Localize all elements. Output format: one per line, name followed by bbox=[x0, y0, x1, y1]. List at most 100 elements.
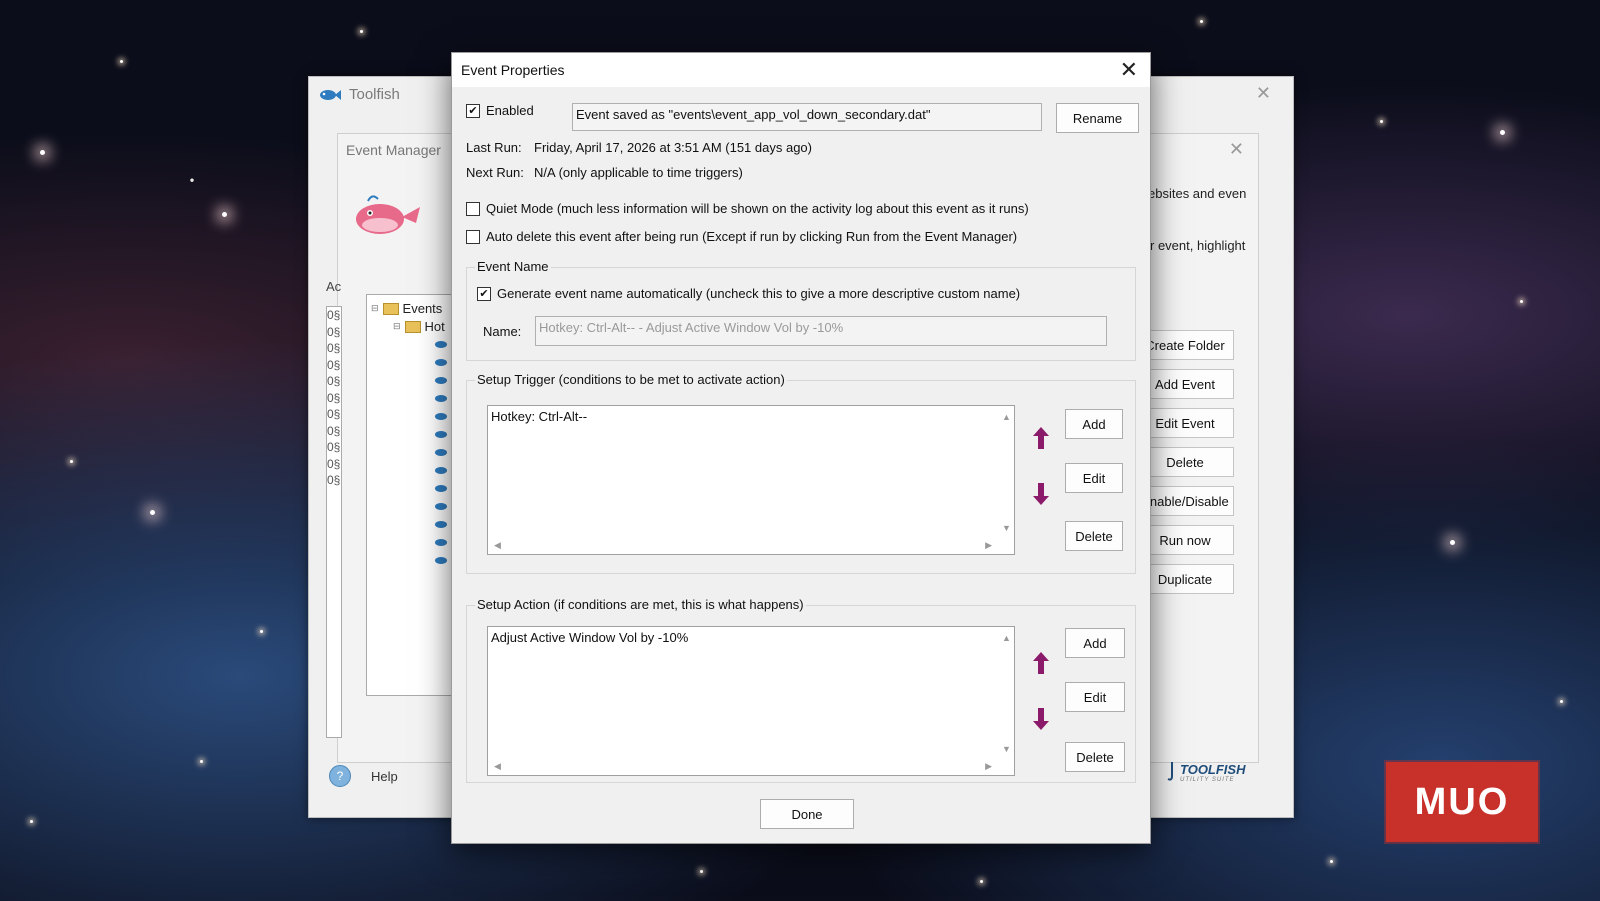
quiet-mode-checkbox[interactable] bbox=[466, 202, 480, 216]
scroll-left-icon[interactable]: ◀ bbox=[494, 761, 501, 772]
list-item: 0§ bbox=[327, 374, 341, 388]
dialog-titlebar: Event Properties ✕ bbox=[452, 53, 1150, 87]
action-horizontal-scrollbar[interactable]: ◀ ▶ bbox=[488, 758, 1014, 775]
trigger-delete-button[interactable]: Delete bbox=[1065, 521, 1123, 551]
fish-icon[interactable] bbox=[435, 485, 447, 492]
move-up-arrow-icon[interactable] bbox=[1033, 427, 1049, 449]
action-add-button[interactable]: Add bbox=[1065, 628, 1125, 658]
fish-icon[interactable] bbox=[435, 467, 447, 474]
rename-button[interactable]: Rename bbox=[1056, 103, 1139, 133]
scroll-right-icon[interactable]: ▶ bbox=[985, 761, 992, 772]
list-item: 0§ bbox=[327, 308, 341, 322]
scroll-up-icon[interactable]: ▲ bbox=[1002, 412, 1011, 422]
logo-subtext: UTILITY SUITE bbox=[1180, 776, 1235, 783]
toolfish-hook-icon bbox=[1167, 762, 1173, 781]
setup-action-group-title: Setup Action (if conditions are met, thi… bbox=[475, 597, 806, 612]
folder-icon bbox=[382, 302, 399, 315]
list-item: 0§ bbox=[327, 357, 341, 372]
list-item: 0§ bbox=[327, 473, 341, 487]
toolfish-close-icon[interactable]: ✕ bbox=[1256, 83, 1271, 104]
fish-icon[interactable] bbox=[435, 413, 447, 420]
list-item: 0§ bbox=[327, 423, 341, 438]
trigger-listbox[interactable]: Hotkey: Ctrl-Alt-- ▲ ▼ ◀ ▶ bbox=[487, 405, 1015, 555]
fish-icon[interactable] bbox=[435, 503, 447, 510]
list-item: 0§ bbox=[327, 407, 341, 421]
fish-icon[interactable] bbox=[435, 449, 447, 456]
scroll-down-icon[interactable]: ▼ bbox=[1002, 744, 1011, 754]
description-text-1: ebsites and even bbox=[1148, 186, 1247, 201]
event-manager-close-icon[interactable]: ✕ bbox=[1229, 139, 1244, 160]
toolfish-logo: TOOLFISH UTILITY SUITE bbox=[1167, 761, 1245, 783]
list-item: 0§ bbox=[327, 456, 341, 471]
enabled-checkbox[interactable]: ✔ bbox=[466, 104, 480, 118]
list-item: 0§ bbox=[327, 324, 341, 339]
last-run-value: Friday, April 17, 2026 at 3:51 AM (151 d… bbox=[534, 140, 812, 155]
list-item: 0§ bbox=[327, 341, 341, 355]
description-text-2: r event, highlight bbox=[1150, 238, 1246, 253]
fish-icon[interactable] bbox=[435, 539, 447, 546]
trigger-add-button[interactable]: Add bbox=[1065, 409, 1123, 439]
next-run-value: N/A (only applicable to time triggers) bbox=[534, 165, 743, 180]
close-icon[interactable]: ✕ bbox=[1120, 57, 1138, 83]
fish-icon[interactable] bbox=[435, 521, 447, 528]
folder-icon bbox=[404, 320, 421, 333]
auto-delete-checkbox[interactable] bbox=[466, 230, 480, 244]
name-input[interactable]: Hotkey: Ctrl-Alt-- - Adjust Active Windo… bbox=[535, 316, 1107, 346]
logo-text: TOOLFISH bbox=[1180, 761, 1246, 777]
quiet-mode-label: Quiet Mode (much less information will b… bbox=[486, 201, 1029, 216]
action-vertical-scrollbar[interactable]: ▲ ▼ bbox=[997, 627, 1014, 758]
generate-name-checkbox[interactable]: ✔ bbox=[477, 287, 491, 301]
event-list[interactable]: 0§ 0§ 0§ 0§ 0§ 0§ 0§ 0§ 0§ 0§ 0§ bbox=[326, 306, 342, 738]
setup-action-group: Setup Action (if conditions are met, thi… bbox=[466, 597, 1136, 783]
scroll-right-icon[interactable]: ▶ bbox=[985, 540, 992, 551]
muo-watermark: MUO bbox=[1386, 762, 1538, 842]
toolfish-title-text: Toolfish bbox=[349, 86, 400, 103]
list-item: 0§ bbox=[327, 390, 341, 405]
action-listbox[interactable]: Adjust Active Window Vol by -10% ▲ ▼ ◀ ▶ bbox=[487, 626, 1015, 776]
move-down-arrow-icon[interactable] bbox=[1033, 708, 1049, 730]
saved-as-field: Event saved as "events\event_app_vol_dow… bbox=[572, 103, 1042, 131]
setup-trigger-group-title: Setup Trigger (conditions to be met to a… bbox=[475, 372, 787, 387]
move-up-arrow-icon[interactable] bbox=[1033, 652, 1049, 674]
toolfish-fish-icon bbox=[320, 89, 341, 100]
fish-icon[interactable] bbox=[435, 431, 447, 438]
auto-delete-label: Auto delete this event after being run (… bbox=[486, 229, 1018, 244]
scroll-left-icon[interactable]: ◀ bbox=[494, 540, 501, 551]
last-run-label: Last Run: bbox=[466, 140, 522, 155]
enabled-label: Enabled bbox=[486, 103, 534, 118]
fish-icon[interactable] bbox=[435, 341, 447, 348]
scroll-up-icon[interactable]: ▲ bbox=[1002, 633, 1011, 643]
done-button[interactable]: Done bbox=[760, 799, 854, 829]
tree-node-label: Events bbox=[402, 301, 443, 316]
event-name-group-title: Event Name bbox=[475, 259, 551, 274]
trigger-list-item[interactable]: Hotkey: Ctrl-Alt-- bbox=[491, 409, 587, 424]
action-edit-button[interactable]: Edit bbox=[1065, 682, 1125, 712]
tree-node-label: Hot bbox=[424, 319, 445, 334]
tree-node-events[interactable]: ⊟ Events bbox=[371, 301, 442, 316]
name-label: Name: bbox=[483, 324, 522, 339]
event-properties-dialog: Event Properties ✕ ✔ Enabled Event saved… bbox=[451, 52, 1151, 844]
whale-logo-icon bbox=[356, 195, 420, 234]
fish-icon[interactable] bbox=[435, 377, 447, 384]
next-run-label: Next Run: bbox=[466, 165, 524, 180]
event-name-group: Event Name ✔ Generate event name automat… bbox=[466, 259, 1136, 361]
list-item: 0§ bbox=[327, 440, 341, 454]
tree-node-hotkeys[interactable]: ⊟ Hot bbox=[393, 319, 445, 334]
dialog-title: Event Properties bbox=[461, 62, 565, 78]
help-label[interactable]: Help bbox=[371, 769, 398, 784]
setup-trigger-group: Setup Trigger (conditions to be met to a… bbox=[466, 372, 1136, 574]
fish-icon[interactable] bbox=[435, 359, 447, 366]
fish-icon[interactable] bbox=[435, 395, 447, 402]
fish-icon[interactable] bbox=[435, 557, 447, 564]
trigger-vertical-scrollbar[interactable]: ▲ ▼ bbox=[997, 406, 1014, 537]
help-link[interactable]: ? Help bbox=[329, 765, 398, 787]
help-icon[interactable]: ? bbox=[329, 765, 351, 787]
trigger-horizontal-scrollbar[interactable]: ◀ ▶ bbox=[488, 537, 1014, 554]
scroll-down-icon[interactable]: ▼ bbox=[1002, 523, 1011, 533]
toolfish-title: Toolfish bbox=[319, 86, 400, 103]
action-delete-button[interactable]: Delete bbox=[1065, 742, 1125, 772]
event-list-label: Ac bbox=[326, 279, 342, 294]
move-down-arrow-icon[interactable] bbox=[1033, 483, 1049, 505]
action-list-item[interactable]: Adjust Active Window Vol by -10% bbox=[491, 630, 688, 645]
trigger-edit-button[interactable]: Edit bbox=[1065, 463, 1123, 493]
